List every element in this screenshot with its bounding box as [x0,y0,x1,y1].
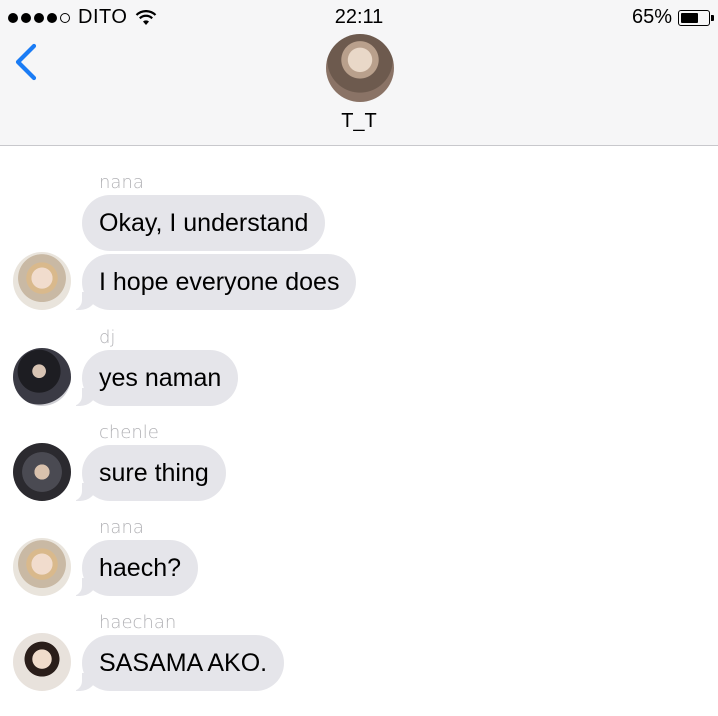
conversation-header: DITO 22:11 65% T_T [0,0,718,146]
battery-level-fill [681,12,698,23]
message-bubble[interactable]: haech? [71,540,199,596]
message-bubble[interactable]: sure thing [72,445,226,501]
message-bubble[interactable]: yes naman [71,350,239,406]
sender-label: nana [99,172,144,193]
sender-label: haechan [99,612,177,633]
avatar[interactable] [13,538,71,596]
contact-name[interactable]: T_T [0,110,718,133]
sender-label: chenle [99,422,159,443]
avatar[interactable] [13,348,71,406]
sender-label: nana [99,517,144,538]
message-bubble[interactable]: Okay, I understand [82,195,326,251]
battery-icon [678,9,714,26]
avatar[interactable] [13,633,71,691]
sender-label: dj [99,327,116,348]
message-list: nana Okay, I understand I hope everyone … [0,147,718,716]
message-bubble[interactable]: I hope everyone does [71,254,357,310]
battery-percent: 65% [631,6,672,28]
status-bar: DITO 22:11 65% [0,0,718,34]
status-right: 65% [631,6,714,29]
avatar[interactable] [13,252,71,310]
message-bubble[interactable]: SASAMA AKO. [71,635,285,691]
status-time: 22:11 [334,6,384,28]
contact-avatar[interactable] [326,34,394,102]
back-chevron-icon[interactable] [10,40,44,84]
avatar[interactable] [13,443,71,501]
